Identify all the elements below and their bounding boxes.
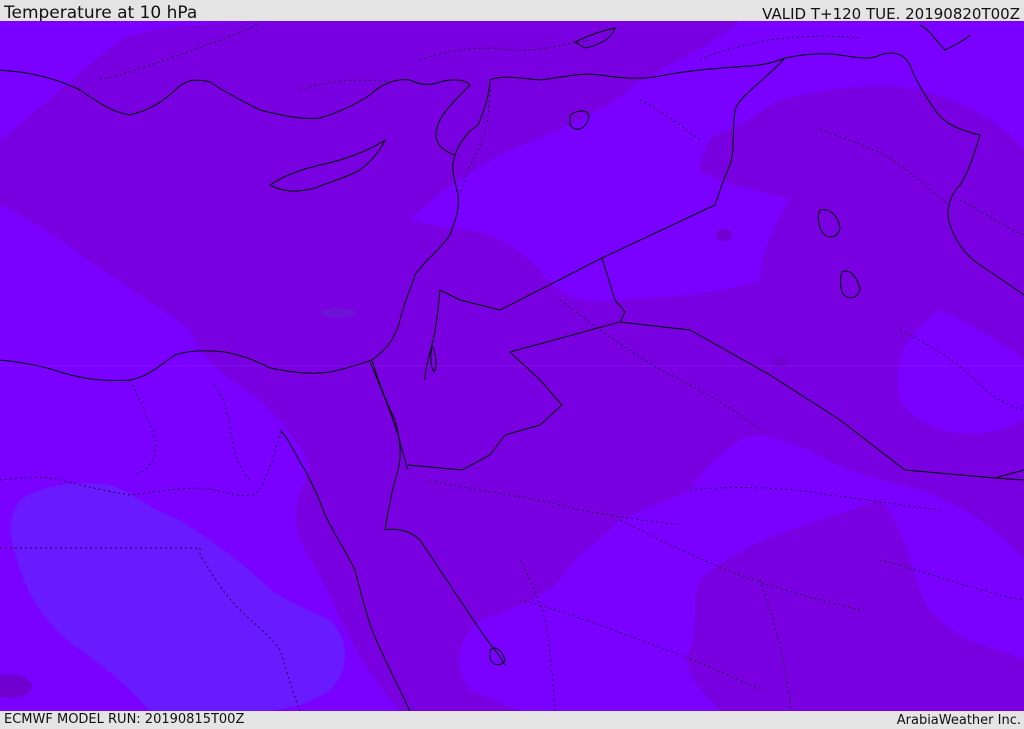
map-title: Temperature at 10 hPa	[4, 3, 198, 23]
model-run-label: ECMWF MODEL RUN: 20190815T00Z	[4, 712, 245, 727]
warm-blob-central	[772, 357, 788, 367]
header-bar: Temperature at 10 hPa VALID T+120 TUE. 2…	[0, 0, 1024, 23]
map-canvas	[0, 21, 1024, 711]
weather-map-frame: Temperature at 10 hPa VALID T+120 TUE. 2…	[0, 0, 1024, 729]
warm-blob-med	[320, 308, 356, 318]
footer-bar: ECMWF MODEL RUN: 20190815T00Z ArabiaWeat…	[0, 711, 1024, 729]
brand-credit: ArabiaWeather Inc.	[896, 713, 1021, 728]
temperature-map	[0, 21, 1024, 711]
warm-blob-east	[716, 229, 732, 241]
